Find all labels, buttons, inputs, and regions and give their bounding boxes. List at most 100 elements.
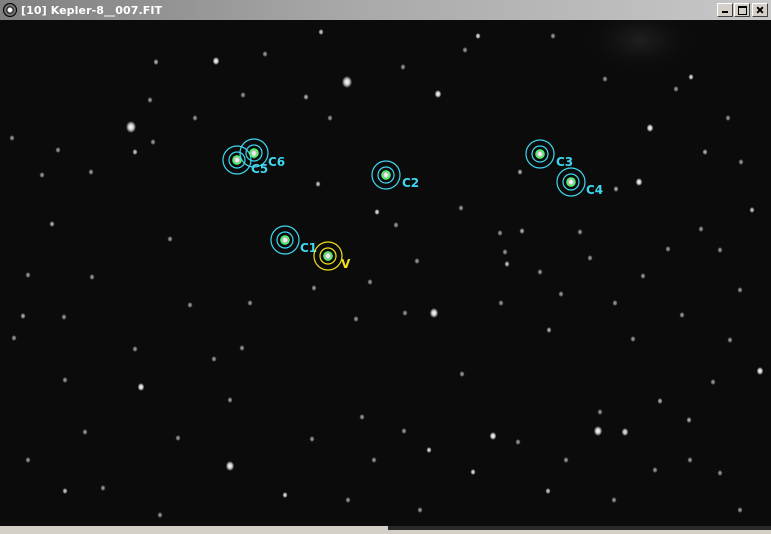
field-star — [147, 97, 153, 103]
sky-background — [0, 20, 771, 530]
horizontal-scrollbar[interactable] — [0, 526, 771, 530]
field-star — [282, 492, 288, 498]
field-star — [125, 121, 137, 133]
field-star — [225, 461, 235, 471]
field-star — [475, 33, 481, 39]
field-star — [686, 417, 692, 423]
comparison-label-c3: C3 — [556, 155, 573, 169]
field-star — [402, 310, 408, 316]
field-star — [563, 457, 569, 463]
field-star — [247, 300, 253, 306]
field-star — [612, 300, 618, 306]
field-star — [327, 115, 333, 121]
field-star — [240, 92, 246, 98]
field-star — [426, 447, 432, 453]
field-star — [515, 439, 521, 445]
field-star — [303, 94, 309, 100]
field-star — [55, 147, 61, 153]
field-star — [640, 273, 646, 279]
field-star — [717, 470, 723, 476]
field-star — [239, 345, 245, 351]
field-star — [25, 457, 31, 463]
field-star — [550, 33, 556, 39]
field-star — [635, 178, 643, 186]
field-star — [687, 457, 693, 463]
field-star — [187, 302, 193, 308]
field-star — [175, 435, 181, 441]
field-star — [679, 312, 685, 318]
variable-label: V — [341, 257, 351, 271]
field-star — [688, 74, 694, 80]
field-star — [192, 115, 198, 121]
field-star — [9, 135, 15, 141]
field-star — [211, 356, 217, 362]
field-star — [756, 367, 764, 375]
field-star — [367, 279, 373, 285]
field-star — [345, 497, 351, 503]
field-star — [737, 287, 743, 293]
field-star — [717, 247, 723, 253]
field-star — [137, 383, 145, 391]
field-star — [61, 314, 67, 320]
field-star — [62, 488, 68, 494]
field-star — [371, 457, 377, 463]
field-star — [725, 115, 731, 121]
minimize-button[interactable] — [717, 3, 733, 17]
field-star — [545, 488, 551, 494]
field-star — [157, 512, 163, 518]
field-star — [153, 59, 159, 65]
close-button[interactable] — [752, 3, 768, 17]
field-star — [82, 429, 88, 435]
field-star — [613, 186, 619, 192]
field-star — [657, 398, 663, 404]
field-star — [227, 397, 233, 403]
field-star — [414, 258, 420, 264]
star-field[interactable]: C1C2C3C4C5 C6V — [0, 20, 771, 530]
field-star — [88, 169, 94, 175]
field-star — [212, 57, 220, 65]
field-star — [652, 467, 658, 473]
comparison-label-c5: C5 — [251, 162, 268, 176]
field-star — [593, 426, 603, 436]
field-star — [630, 336, 636, 342]
field-star — [577, 229, 583, 235]
field-star — [749, 207, 755, 213]
field-star — [737, 507, 743, 513]
field-star — [727, 337, 733, 343]
field-star — [673, 86, 679, 92]
field-star — [462, 47, 468, 53]
comparison-label-c4: C4 — [586, 183, 603, 197]
field-star — [434, 90, 442, 98]
field-star — [517, 169, 523, 175]
field-star — [341, 76, 353, 88]
fits-image-view[interactable]: C1 C2 C3 C4 C5 C6 V — [0, 20, 771, 530]
field-star — [417, 507, 423, 513]
window-title: [10] Kepler-8__007.FIT — [21, 3, 163, 17]
window-controls — [716, 3, 768, 17]
field-star — [150, 139, 156, 145]
maximize-button[interactable] — [734, 3, 750, 17]
field-star — [132, 149, 138, 155]
field-star — [665, 246, 671, 252]
field-star — [400, 64, 406, 70]
field-star — [489, 432, 497, 440]
telescope-app-icon[interactable] — [3, 3, 17, 17]
field-star — [498, 300, 504, 306]
field-star — [318, 29, 324, 35]
field-star — [353, 316, 359, 322]
field-star — [429, 308, 439, 318]
field-star — [359, 414, 365, 420]
field-star — [497, 230, 503, 236]
field-star — [401, 428, 407, 434]
field-star — [698, 226, 704, 232]
field-star — [587, 255, 593, 261]
field-star — [504, 261, 510, 267]
field-star — [62, 377, 68, 383]
field-star — [459, 371, 465, 377]
field-star — [11, 335, 17, 341]
field-star — [262, 51, 268, 57]
field-star — [374, 209, 380, 215]
scrollbar-thumb[interactable] — [0, 526, 388, 530]
field-star — [167, 236, 173, 242]
title-bar[interactable]: [10] Kepler-8__007.FIT — [0, 0, 771, 20]
